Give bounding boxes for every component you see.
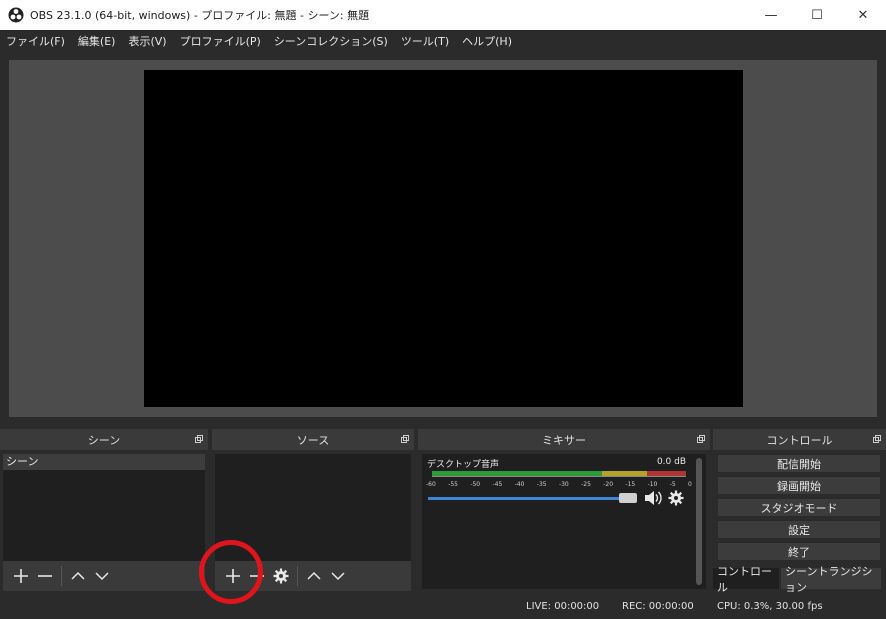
move-source-up-button[interactable]	[302, 564, 326, 588]
menu-bar: ファイル(F) 編集(E) 表示(V) プロファイル(P) シーンコレクション(…	[0, 30, 886, 52]
menu-tools[interactable]: ツール(T)	[401, 33, 449, 49]
maximize-button[interactable]: ☐	[794, 0, 840, 30]
scene-list-item[interactable]: シーン	[3, 454, 205, 470]
status-bar: LIVE: 00:00:00 REC: 00:00:00 CPU: 0.3%, …	[0, 596, 886, 619]
tick-label: -15	[625, 481, 636, 488]
tick-label: -5	[669, 481, 676, 488]
menu-file[interactable]: ファイル(F)	[6, 33, 65, 49]
menu-view[interactable]: 表示(V)	[128, 33, 166, 49]
volume-slider-track[interactable]	[428, 497, 628, 500]
start-streaming-button[interactable]: 配信開始	[717, 454, 881, 473]
settings-button[interactable]: 設定	[717, 520, 881, 539]
mixer-track-name: デスクトップ音声	[427, 460, 500, 470]
toolbar-separator	[297, 566, 298, 586]
menu-profile[interactable]: プロファイル(P)	[180, 33, 261, 49]
chevron-up-icon	[307, 571, 321, 580]
mixer-dock-title: ミキサー	[542, 433, 586, 447]
scene-dock: シーン シーン	[0, 429, 208, 591]
tick-label: 0	[688, 481, 692, 488]
minus-icon	[38, 575, 52, 577]
move-scene-down-button[interactable]	[90, 564, 114, 588]
source-dock-title: ソース	[296, 433, 330, 447]
tick-label: -10	[647, 481, 658, 488]
scene-list[interactable]: シーン	[3, 454, 205, 561]
undock-icon[interactable]	[401, 435, 409, 443]
chevron-up-icon	[71, 571, 85, 580]
move-scene-up-button[interactable]	[66, 564, 90, 588]
mixer-channel: デスクトップ音声 0.0 dB -60 -55 -50 -45 -40 -35 …	[422, 454, 706, 589]
live-status: LIVE: 00:00:00	[526, 601, 600, 612]
plus-icon	[14, 569, 28, 583]
window-title: OBS 23.1.0 (64-bit, windows) - プロファイル: 無…	[30, 9, 370, 22]
source-properties-button[interactable]	[269, 564, 293, 588]
move-source-down-button[interactable]	[326, 564, 350, 588]
tick-label: -45	[492, 481, 503, 488]
obs-logo-icon	[8, 7, 24, 23]
tick-label: -30	[558, 481, 569, 488]
minimize-button[interactable]: —	[748, 0, 794, 30]
gear-icon	[273, 568, 289, 584]
mixer-dock: ミキサー デスクトップ音声 0.0 dB -60 -55 -50 -45 -40…	[418, 429, 710, 591]
mixer-scrollbar[interactable]	[696, 458, 702, 585]
mixer-dock-header: ミキサー	[418, 429, 710, 450]
volume-slider-handle[interactable]	[619, 493, 637, 503]
control-dock-title: コントロール	[766, 433, 833, 447]
control-tabs: コントロール シーントランジション	[713, 565, 886, 594]
tick-label: -40	[514, 481, 525, 488]
scene-dock-title: シーン	[87, 433, 121, 447]
chevron-down-icon	[95, 572, 109, 581]
tick-label: -50	[470, 481, 481, 488]
menu-edit[interactable]: 編集(E)	[78, 33, 116, 49]
tab-controls[interactable]: コントロール	[713, 565, 779, 594]
control-dock-header: コントロール	[713, 429, 886, 450]
preview-area	[9, 60, 877, 417]
preview-canvas[interactable]	[144, 70, 743, 407]
tick-label: -60	[426, 481, 436, 488]
undock-icon[interactable]	[873, 435, 881, 443]
tick-label: -35	[536, 481, 547, 488]
tick-label: -55	[448, 481, 458, 488]
scene-toolbar	[3, 561, 205, 591]
add-scene-button[interactable]	[9, 564, 33, 588]
toolbar-separator	[61, 566, 62, 586]
scene-dock-header: シーン	[0, 429, 208, 450]
tab-scene-transitions[interactable]: シーントランジション	[781, 565, 881, 594]
speaker-icon[interactable]	[644, 490, 662, 506]
undock-icon[interactable]	[697, 435, 705, 443]
chevron-down-icon	[331, 572, 345, 581]
highlight-circle	[199, 540, 263, 604]
mixer-level-readout: 0.0 dB	[656, 457, 686, 467]
undock-icon[interactable]	[195, 435, 203, 443]
meter-tick-labels: -60 -55 -50 -45 -40 -35 -30 -25 -20 -15 …	[426, 481, 692, 488]
remove-scene-button[interactable]	[33, 564, 57, 588]
rec-status: REC: 00:00:00	[622, 601, 694, 612]
studio-mode-button[interactable]: スタジオモード	[717, 498, 881, 517]
gear-icon[interactable]	[668, 490, 684, 506]
tick-label: -25	[581, 481, 591, 488]
control-dock: コントロール 配信開始 録画開始 スタジオモード 設定 終了 コントロール シー…	[713, 429, 886, 594]
menu-scene-collection[interactable]: シーンコレクション(S)	[274, 33, 388, 49]
menu-help[interactable]: ヘルプ(H)	[462, 33, 512, 49]
close-button[interactable]: ✕	[840, 0, 886, 30]
title-bar: OBS 23.1.0 (64-bit, windows) - プロファイル: 無…	[0, 0, 886, 30]
source-dock-header: ソース	[212, 429, 414, 450]
exit-button[interactable]: 終了	[717, 542, 881, 561]
cpu-status: CPU: 0.3%, 30.00 fps	[717, 601, 823, 612]
tick-label: -20	[603, 481, 614, 488]
start-recording-button[interactable]: 録画開始	[717, 476, 881, 495]
